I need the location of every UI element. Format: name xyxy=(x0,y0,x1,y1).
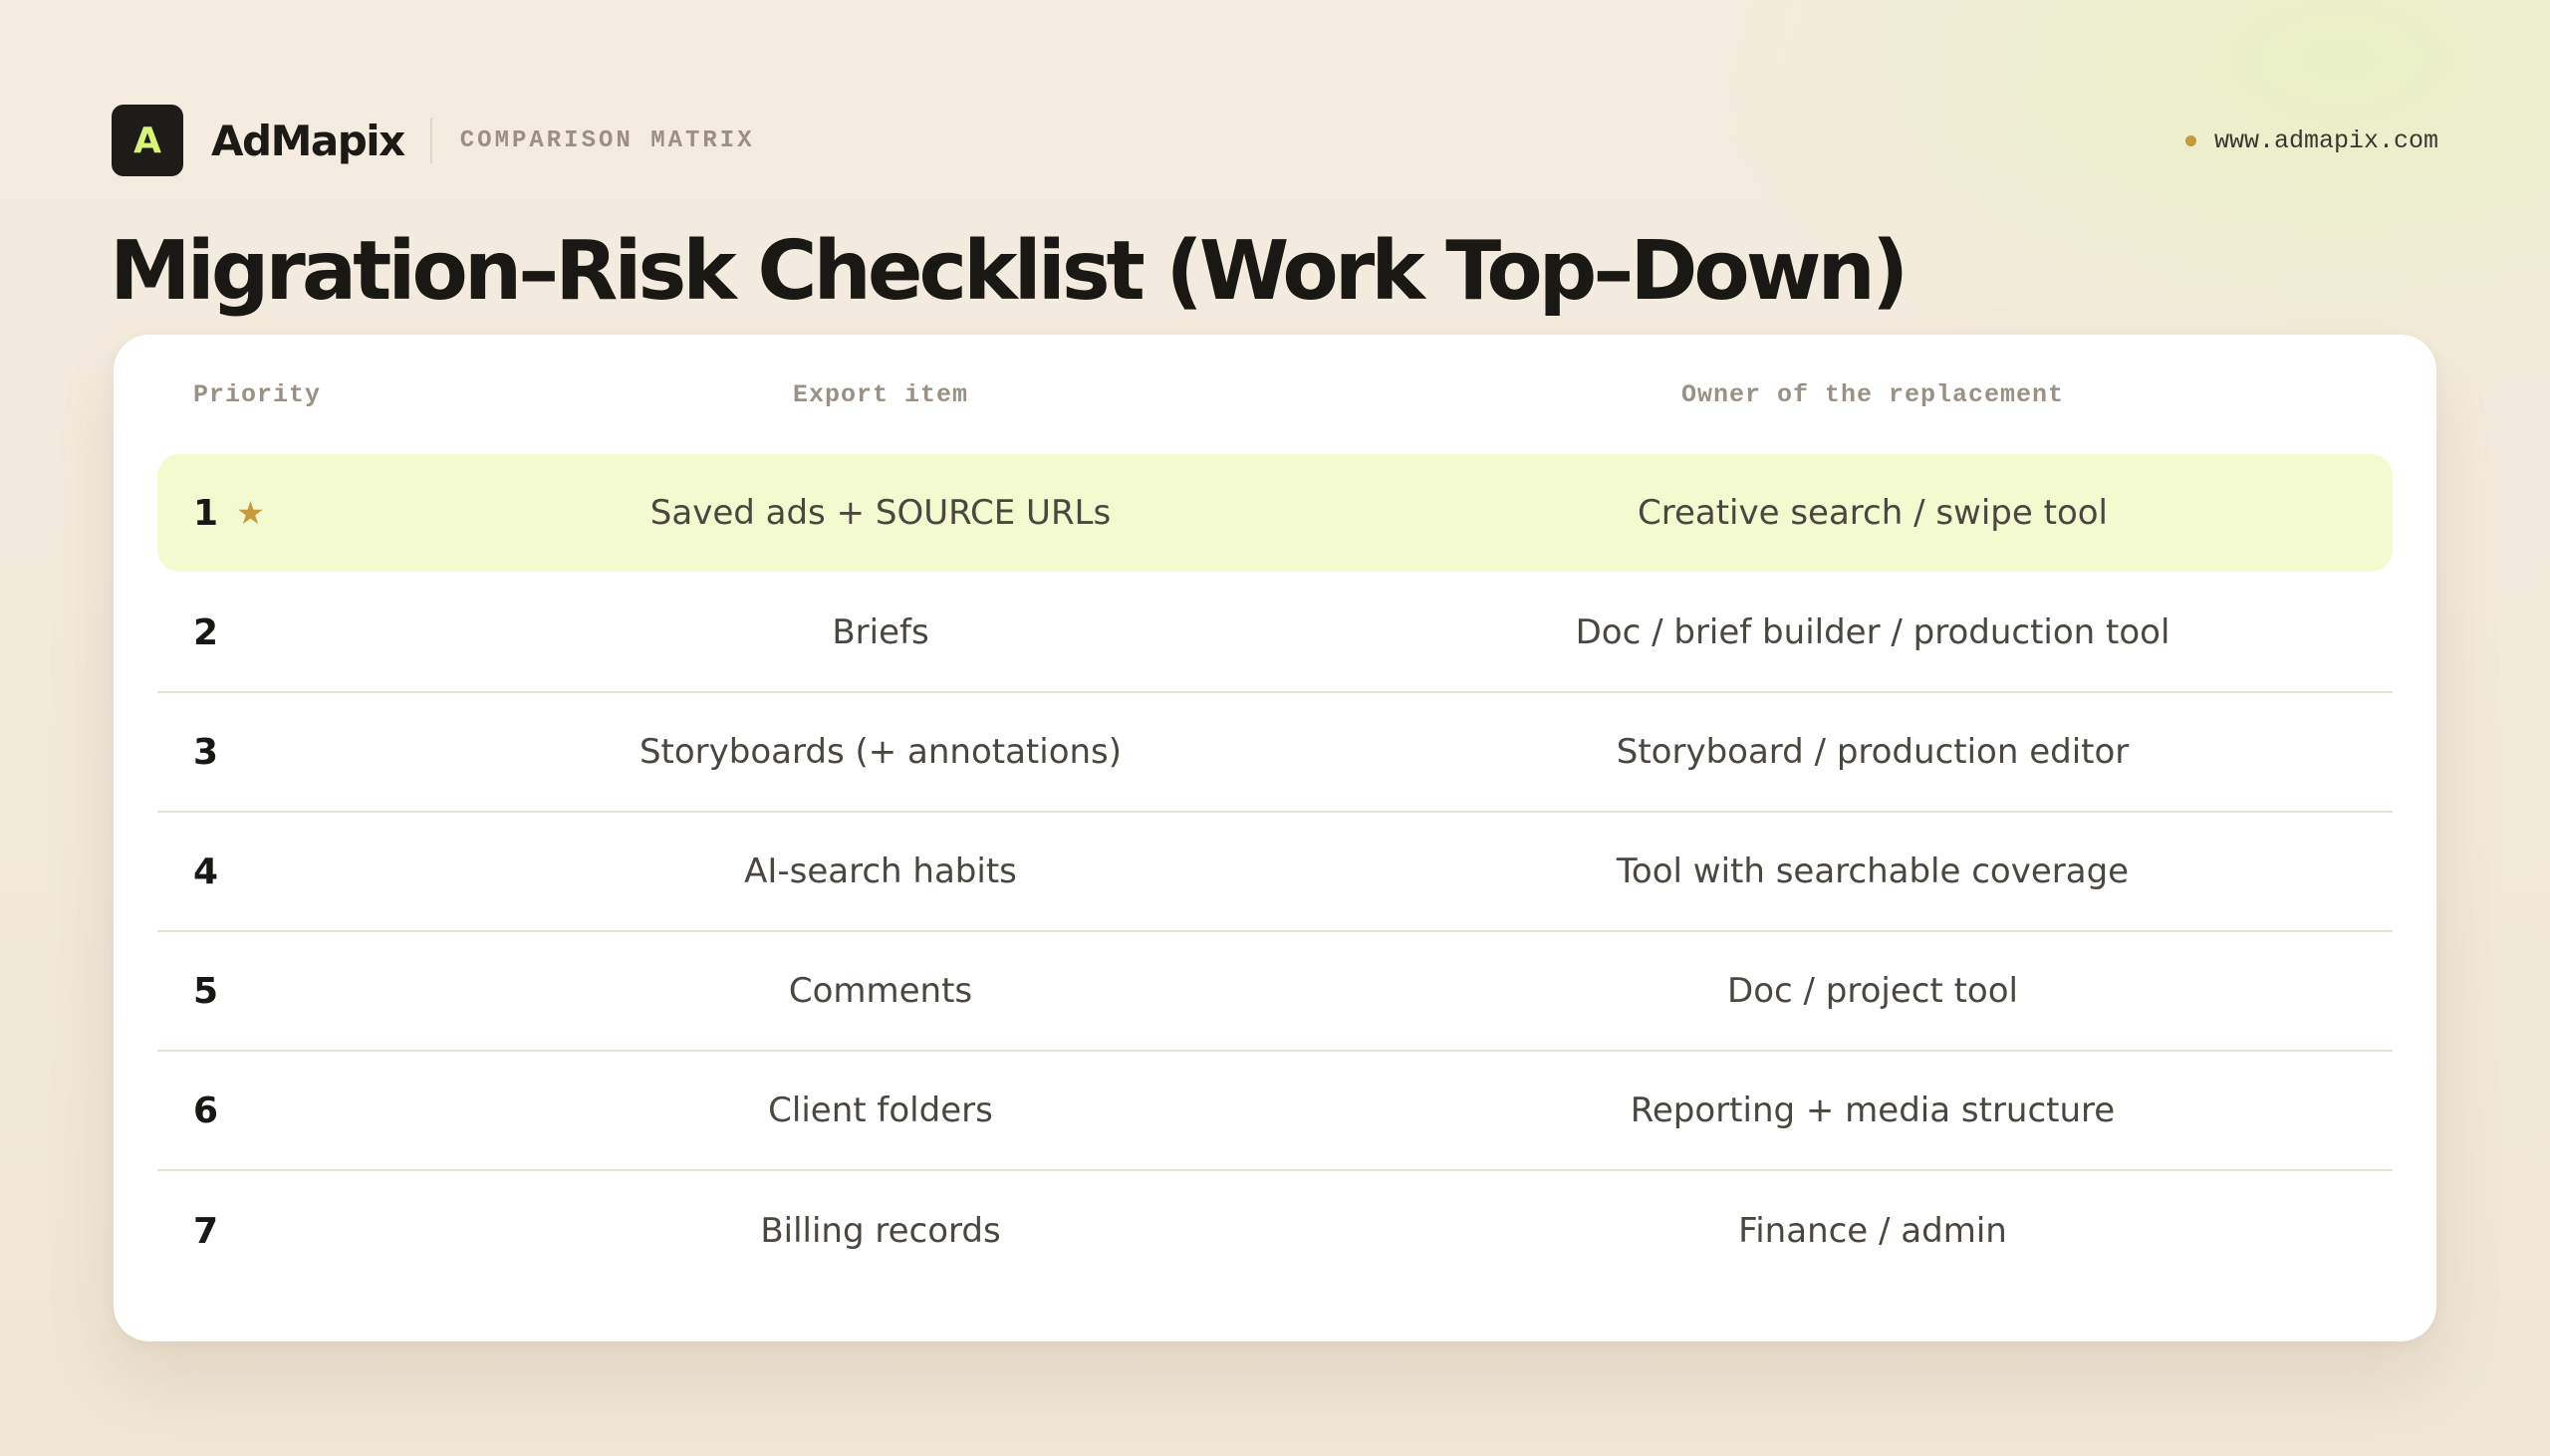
owner-cell: Storyboard / production editor xyxy=(1616,732,2130,772)
priority-number: 1 xyxy=(193,492,219,534)
checklist-card: Priority Export item Owner of the replac… xyxy=(114,335,2436,1341)
priority-number: 2 xyxy=(193,611,219,653)
export-item-cell: Comments xyxy=(788,971,973,1011)
header-priority: Priority xyxy=(193,379,322,409)
header: A AdMapix COMPARISON MATRIX www.admapix.… xyxy=(112,103,2438,178)
brand-name: AdMapix xyxy=(211,116,405,165)
priority-cell: 7 xyxy=(157,1211,408,1252)
export-item-cell: Billing records xyxy=(760,1211,1001,1251)
priority-cell: 5 xyxy=(157,971,408,1012)
brand-divider xyxy=(429,118,432,163)
header-export-item: Export item xyxy=(792,379,969,409)
priority-cell: 2 xyxy=(157,612,408,653)
export-item-cell: Saved ads + SOURCE URLs xyxy=(649,493,1112,533)
page-title: Migration–Risk Checklist (Work Top–Down) xyxy=(110,224,1909,319)
priority-cell: 1 ★ xyxy=(157,493,408,534)
brand-logo[interactable]: A xyxy=(112,105,183,176)
header-owner: Owner of the replacement xyxy=(1680,379,2065,409)
table-row: 7 Billing records Finance / admin xyxy=(157,1171,2393,1291)
table-row: 6 Client folders Reporting + media struc… xyxy=(157,1052,2393,1171)
table-row: 5 Comments Doc / project tool xyxy=(157,932,2393,1052)
owner-cell: Reporting + media structure xyxy=(1630,1091,2116,1130)
table-header: Priority Export item Owner of the replac… xyxy=(157,335,2393,454)
priority-number: 7 xyxy=(193,1210,219,1252)
owner-cell: Doc / project tool xyxy=(1727,971,2018,1011)
website-link[interactable]: www.admapix.com xyxy=(2214,126,2438,155)
table-row: 1 ★ Saved ads + SOURCE URLs Creative sea… xyxy=(157,454,2393,572)
priority-cell: 6 xyxy=(157,1091,408,1131)
export-item-cell: Storyboards (+ annotations) xyxy=(638,732,1123,772)
checklist-table: Priority Export item Owner of the replac… xyxy=(157,335,2393,1291)
star-icon: ★ xyxy=(236,494,265,532)
table-row: 2 Briefs Doc / brief builder / productio… xyxy=(157,574,2393,693)
dot-icon xyxy=(2184,134,2196,146)
owner-cell: Tool with searchable coverage xyxy=(1616,851,2130,891)
priority-cell: 4 xyxy=(157,851,408,892)
priority-number: 5 xyxy=(193,970,219,1012)
export-item-cell: Client folders xyxy=(768,1091,993,1130)
table-row: 4 AI-search habits Tool with searchable … xyxy=(157,813,2393,932)
export-item-cell: AI-search habits xyxy=(744,851,1017,891)
owner-cell: Doc / brief builder / production tool xyxy=(1575,612,2170,652)
brand-tagline: COMPARISON MATRIX xyxy=(459,126,755,154)
owner-cell: Creative search / swipe tool xyxy=(1637,493,2108,533)
export-item-cell: Briefs xyxy=(832,612,929,652)
priority-number: 4 xyxy=(193,850,219,892)
priority-number: 3 xyxy=(193,731,219,773)
priority-cell: 3 xyxy=(157,732,408,773)
owner-cell: Finance / admin xyxy=(1738,1211,2007,1251)
priority-number: 6 xyxy=(193,1090,219,1131)
table-row: 3 Storyboards (+ annotations) Storyboard… xyxy=(157,693,2393,813)
website: www.admapix.com xyxy=(2184,126,2438,155)
